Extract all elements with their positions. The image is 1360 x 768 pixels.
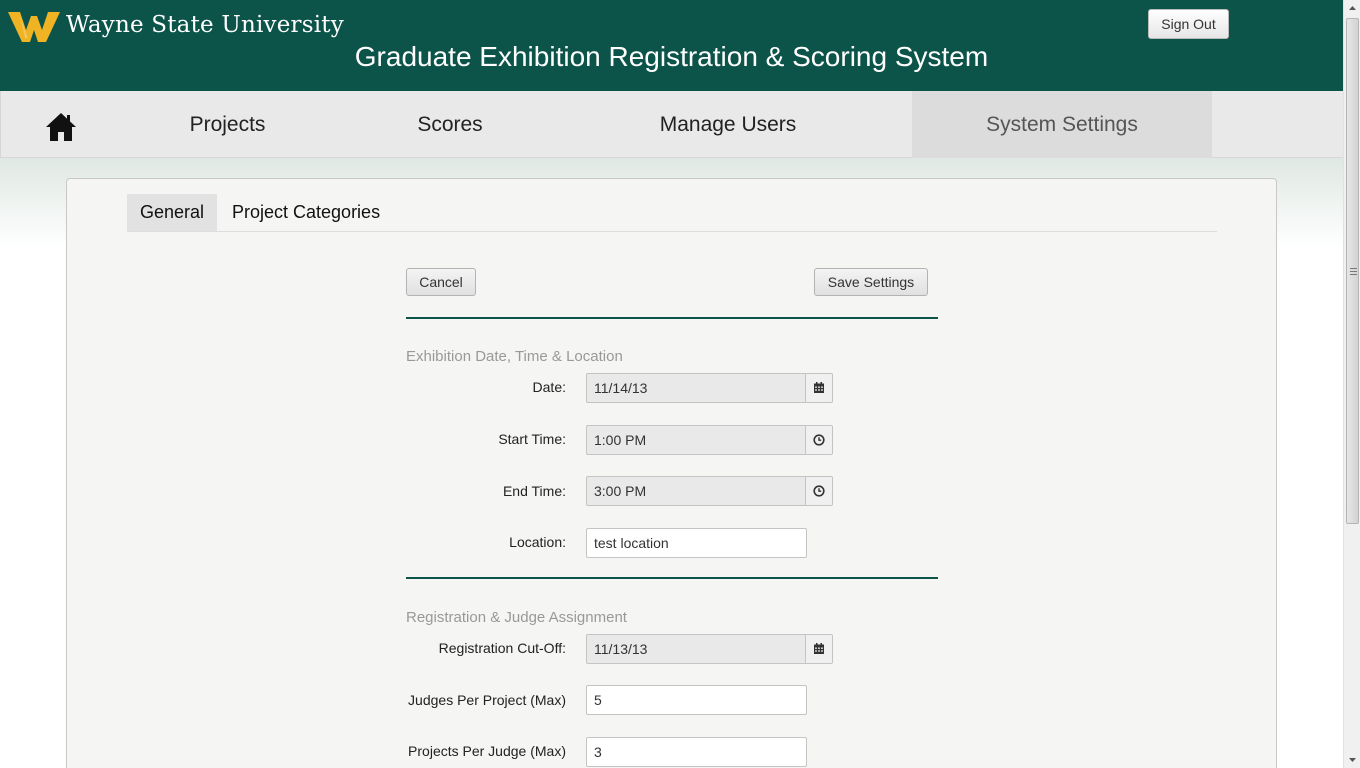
judges-per-project-field[interactable]: 5 [586,685,807,715]
app-header: Wayne State University Graduate Exhibiti… [0,0,1343,91]
clock-icon[interactable] [805,425,833,455]
nav-scores[interactable]: Scores [393,91,507,158]
section-divider [406,577,938,579]
main-nav: Projects Scores Manage Users System Sett… [0,91,1343,158]
scrollbar-thumb[interactable] [1346,18,1359,524]
start-time-label: Start Time: [498,431,566,447]
judges-per-project-label: Judges Per Project (Max) [408,692,566,708]
app-title-text: Graduate Exhibition Registration & Scori… [354,41,989,72]
registration-cutoff-label: Registration Cut-Off: [438,640,566,656]
tab-general[interactable]: General [127,194,218,231]
save-settings-button[interactable]: Save Settings [814,268,928,296]
clock-icon[interactable] [805,476,833,506]
projects-per-judge-field[interactable]: 3 [586,737,807,767]
date-field[interactable]: 11/14/13 [586,373,807,403]
tab-project-categories[interactable]: Project Categories [219,194,393,231]
scroll-down-arrow-icon[interactable] [1344,751,1360,768]
end-time-field[interactable]: 3:00 PM [586,476,807,506]
calendar-icon[interactable] [805,634,833,664]
registration-cutoff-field[interactable]: 11/13/13 [586,634,807,664]
nav-manage-users[interactable]: Manage Users [641,91,815,158]
home-icon[interactable] [45,111,77,143]
start-time-field[interactable]: 1:00 PM [586,425,807,455]
location-field[interactable]: test location [586,528,807,558]
projects-per-judge-label: Projects Per Judge (Max) [408,743,566,759]
section-title-exhibition: Exhibition Date, Time & Location [406,348,623,365]
nav-projects[interactable]: Projects [165,91,290,158]
wsu-logo-icon [8,12,60,42]
settings-tabs: General Project Categories [127,194,1217,232]
end-time-label: End Time: [502,483,566,499]
calendar-icon[interactable] [805,373,833,403]
location-label: Location: [509,534,566,550]
university-name: Wayne State University [66,12,344,38]
section-divider [406,317,938,319]
settings-card: General Project Categories Cancel Save S… [66,178,1277,768]
sign-out-button[interactable]: Sign Out [1148,9,1229,39]
section-title-registration: Registration & Judge Assignment [406,609,627,626]
nav-system-settings[interactable]: System Settings [912,91,1212,158]
scroll-up-arrow-icon[interactable] [1344,0,1360,17]
app-title: Graduate Exhibition Registration & Scori… [0,41,1343,73]
cancel-button[interactable]: Cancel [406,268,476,296]
page-scrollbar[interactable] [1343,0,1360,768]
date-label: Date: [532,379,566,395]
